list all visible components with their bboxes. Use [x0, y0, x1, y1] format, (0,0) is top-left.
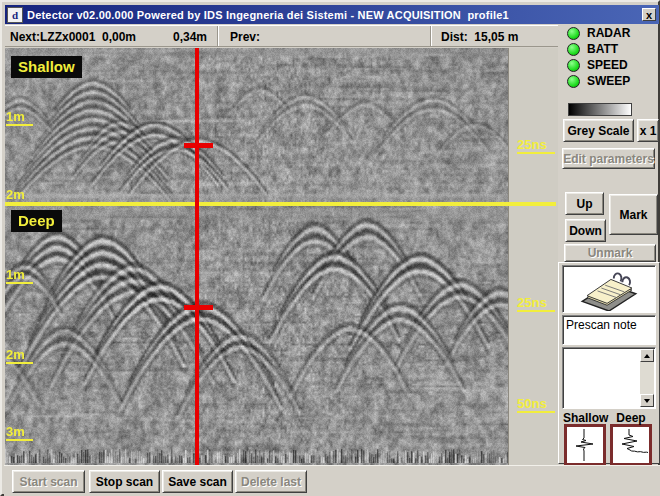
shallow-time-mark-25ns: 25ns [517, 138, 555, 154]
trace-thumbnails: Shallow Deep [561, 411, 659, 463]
stop-scan-button[interactable]: Stop scan [89, 470, 160, 493]
notepad-icon [577, 267, 641, 311]
next-value-2: 0,34m [173, 30, 207, 44]
shallow-depth-mark-2m: 2m [6, 188, 33, 204]
led-radar-icon [567, 27, 580, 40]
zoom-x1-button[interactable]: x 1 [637, 119, 659, 142]
shallow-trace-label: Shallow [563, 411, 607, 424]
scroll-down-button[interactable] [640, 394, 654, 407]
led-label: BATT [587, 42, 618, 56]
led-label: SPEED [587, 58, 628, 72]
led-sweep-icon [567, 75, 580, 88]
scan-cursor-line[interactable] [195, 48, 199, 465]
panel-divider-line [5, 202, 556, 206]
note-text-area[interactable] [562, 347, 656, 409]
shallow-panel-label: Shallow [11, 56, 82, 78]
save-scan-button[interactable]: Save scan [162, 470, 233, 493]
app-icon-letter: d [12, 9, 18, 21]
next-label: Next:LZZx0001 [10, 30, 95, 44]
app-icon: d [7, 7, 23, 23]
prescan-icon-panel [562, 265, 656, 313]
deep-depth-mark-1m: 1m [6, 268, 33, 284]
deep-time-mark-50ns: 50ns [517, 397, 555, 413]
prescan-note-text: Prescan note [566, 318, 637, 332]
delete-last-button[interactable]: Delete last [235, 470, 307, 493]
led-batt-icon [567, 43, 580, 56]
shallow-trace-thumb: Shallow [563, 411, 607, 466]
info-bar: Next:LZZx0001 0,00m 0,34m Prev: Dist: 15… [5, 25, 558, 47]
distance-label: Dist: 15,05 m [441, 30, 518, 44]
grey-scale-button[interactable]: Grey Scale [563, 119, 634, 142]
shallow-trace-box [564, 424, 606, 466]
deep-waveform-icon [613, 427, 649, 463]
greyscale-gradient-bar [568, 103, 632, 116]
deep-depth-mark-2m: 2m [6, 348, 33, 364]
note-scrollbar[interactable] [640, 349, 654, 407]
mark-button[interactable]: Mark [609, 194, 658, 235]
status-led-sweep: SWEEP [567, 74, 630, 88]
deep-trace-label: Deep [609, 411, 653, 424]
shallow-depth-mark-1m: 1m [6, 110, 33, 126]
deep-depth-mark-3m: 3m [6, 425, 33, 441]
close-button[interactable]: x [642, 8, 656, 21]
app-window: d Detector v02.00.000 Powered by IDS Ing… [0, 0, 660, 496]
down-button[interactable]: Down [565, 219, 606, 242]
window-title: Detector v02.00.000 Powered by IDS Ingeg… [27, 9, 509, 21]
deep-time-mark-25ns: 25ns [517, 296, 555, 312]
deep-panel-label: Deep [11, 210, 62, 232]
next-scan-cell: Next:LZZx0001 0,00m 0,34m [5, 26, 218, 46]
led-speed-icon [567, 59, 580, 72]
prev-label: Prev: [230, 30, 260, 44]
scroll-down-icon [644, 399, 650, 403]
up-button[interactable]: Up [565, 192, 604, 215]
status-led-speed: SPEED [567, 58, 628, 72]
prescan-note-field[interactable]: Prescan note [562, 315, 656, 345]
unmark-button[interactable]: Unmark [564, 244, 656, 262]
edit-parameters-button[interactable]: Edit parameters [562, 148, 655, 169]
status-led-radar: RADAR [567, 26, 630, 40]
deep-trace-box [610, 424, 652, 466]
deep-trace-thumb: Deep [609, 411, 653, 466]
scroll-up-icon [644, 354, 650, 358]
led-label: SWEEP [587, 74, 630, 88]
scroll-up-button[interactable] [640, 349, 654, 362]
next-value-1: 0,00m [102, 30, 136, 44]
shallow-cursor-tick [184, 143, 213, 148]
status-led-batt: BATT [567, 42, 618, 56]
shallow-waveform-icon [567, 427, 603, 463]
deep-radargram [5, 206, 508, 465]
prev-scan-cell: Prev: [218, 26, 431, 46]
led-label: RADAR [587, 26, 630, 40]
title-bar: d Detector v02.00.000 Powered by IDS Ing… [5, 5, 659, 24]
note-group: Prescan note Shallow Deep [558, 262, 660, 464]
scan-area: Shallow Deep 1m 2m 25ns 1m 2m 3m 25ns 50ns [5, 48, 558, 465]
start-scan-button[interactable]: Start scan [12, 470, 85, 493]
deep-cursor-tick [184, 305, 213, 310]
distance-cell: Dist: 15,05 m [431, 26, 558, 46]
